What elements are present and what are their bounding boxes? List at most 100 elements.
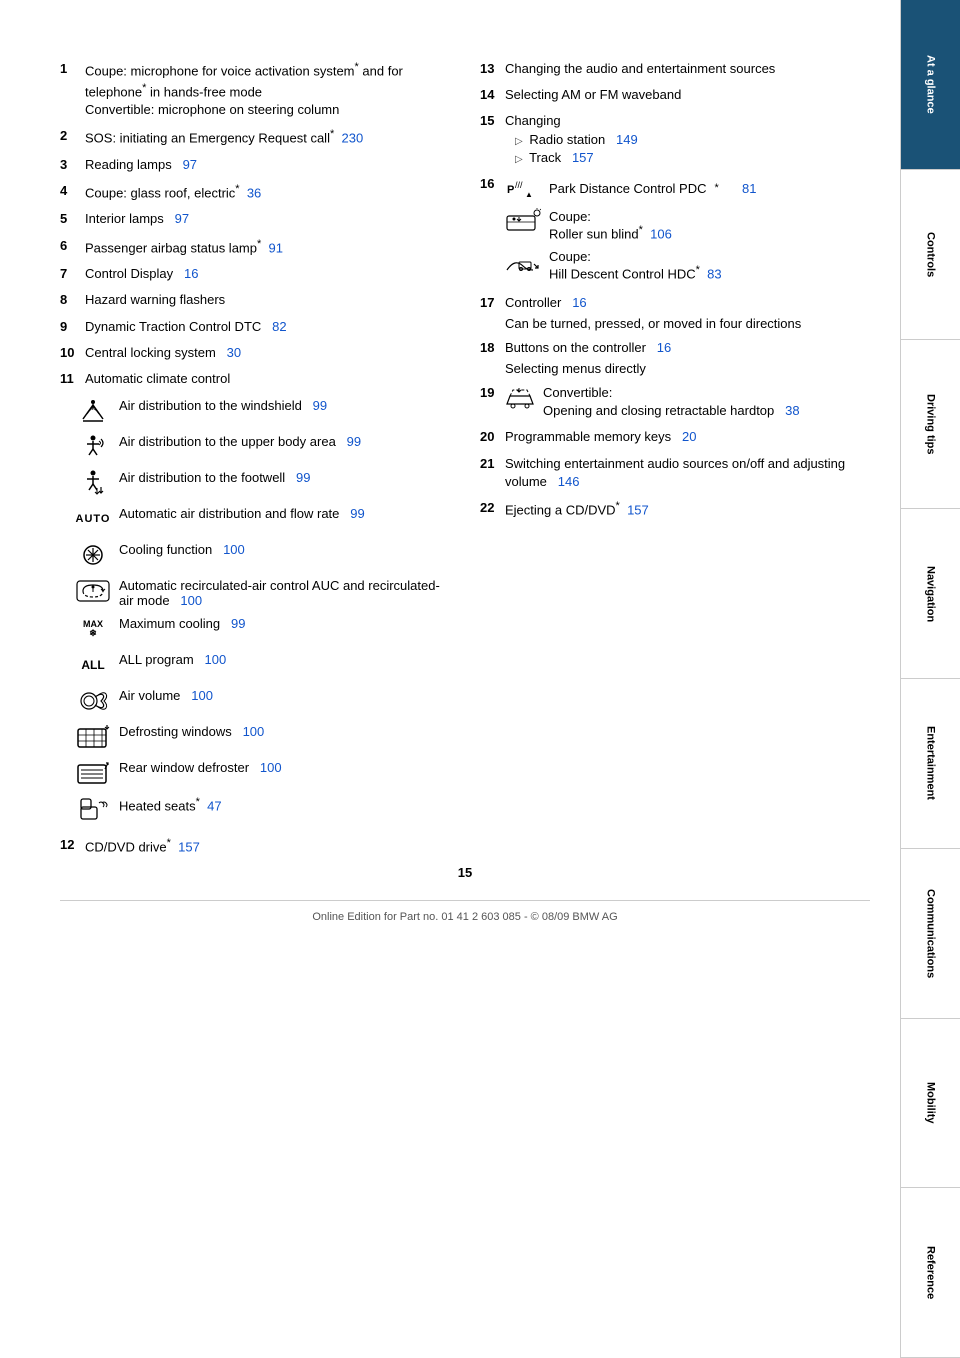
sidebar-section-controls[interactable]: Controls <box>901 170 960 340</box>
item-number: 2 <box>60 127 85 148</box>
right-sidebar: At a glance Controls Driving tips Naviga… <box>900 0 960 1358</box>
page-ref[interactable]: 83 <box>707 267 721 282</box>
climate-item: Cooling function 100 <box>75 540 450 570</box>
list-item: 19 <box>480 384 870 420</box>
item-content: Hazard warning flashers <box>85 291 450 309</box>
page-ref[interactable]: 157 <box>178 839 200 854</box>
sidebar-section-reference[interactable]: Reference <box>901 1188 960 1358</box>
item-content: Changing ▷ Radio station 149 ▷ Track 157 <box>505 112 870 167</box>
item-number: 4 <box>60 182 85 203</box>
defrost-windows-icon <box>75 722 111 752</box>
sidebar-label: Navigation <box>925 566 937 622</box>
page-ref[interactable]: 106 <box>650 226 672 241</box>
climate-item: Air volume 100 <box>75 686 450 716</box>
item-content: Programmable memory keys 20 <box>505 428 870 446</box>
item-number: 13 <box>480 60 505 78</box>
page-ref[interactable]: 82 <box>272 319 286 334</box>
page-ref[interactable]: 81 <box>742 180 756 198</box>
page-ref[interactable]: 149 <box>616 132 638 147</box>
item-content: Buttons on the controller 16 <box>505 339 870 357</box>
item-number: 17 <box>480 294 505 312</box>
item-number: 9 <box>60 318 85 336</box>
item-content: Automatic climate control <box>85 370 450 388</box>
pdc-icon: P /// ▲ <box>505 175 541 203</box>
page-ref[interactable]: 16 <box>184 266 198 281</box>
sidebar-section-entertainment[interactable]: Entertainment <box>901 679 960 849</box>
hdc-text: Coupe:Hill Descent Control HDC* 83 <box>549 247 870 281</box>
page-ref[interactable]: 16 <box>657 340 671 355</box>
climate-item-text: ALL program 100 <box>119 650 450 667</box>
list-item: 9 Dynamic Traction Control DTC 82 <box>60 318 450 336</box>
sidebar-label: Controls <box>925 232 937 277</box>
item-number: 20 <box>480 428 505 446</box>
sidebar-section-communications[interactable]: Communications <box>901 849 960 1019</box>
page-container: 1 Coupe: microphone for voice activation… <box>0 0 960 1358</box>
max-text: MAX❄ <box>83 620 103 638</box>
item-number: 8 <box>60 291 85 309</box>
page-ref[interactable]: 38 <box>785 403 799 418</box>
page-ref[interactable]: 97 <box>183 157 197 172</box>
climate-sub-list: Air distribution to the windshield 99 <box>75 396 450 824</box>
page-ref[interactable]: 36 <box>247 185 261 200</box>
wind-shield-icon <box>75 396 111 426</box>
climate-item: Defrosting windows 100 <box>75 722 450 752</box>
item-19-text: Convertible:Opening and closing retracta… <box>543 384 800 420</box>
sidebar-label: Reference <box>925 1246 937 1299</box>
item-content: Dynamic Traction Control DTC 82 <box>85 318 450 336</box>
page-ref[interactable]: 16 <box>572 295 586 310</box>
sidebar-section-mobility[interactable]: Mobility <box>901 1019 960 1189</box>
roller-sun-text: Coupe:Roller sun blind* 106 <box>549 207 870 241</box>
page-ref[interactable]: 146 <box>558 474 580 489</box>
page-ref[interactable]: 99 <box>231 616 245 631</box>
item-number: 11 <box>60 370 85 388</box>
list-item: 21 Switching entertainment audio sources… <box>480 455 870 491</box>
page-ref[interactable]: 97 <box>175 211 189 226</box>
item-content: Switching entertainment audio sources on… <box>505 455 870 491</box>
page-ref[interactable]: 230 <box>341 131 363 146</box>
page-ref[interactable]: 100 <box>260 760 282 775</box>
list-item: 22 Ejecting a CD/DVD* 157 <box>480 499 870 520</box>
page-ref[interactable]: 99 <box>350 506 364 521</box>
sidebar-label: Driving tips <box>925 394 937 455</box>
convertible-icon <box>505 386 535 412</box>
page-ref[interactable]: 100 <box>205 652 227 667</box>
climate-item-text: Air distribution to the windshield 99 <box>119 396 450 413</box>
page-ref[interactable]: 99 <box>313 398 327 413</box>
page-ref[interactable]: 47 <box>207 798 221 813</box>
climate-item-text: Heated seats* 47 <box>119 794 450 813</box>
page-ref[interactable]: 157 <box>627 502 649 517</box>
page-ref[interactable]: 99 <box>347 434 361 449</box>
sidebar-section-at-a-glance[interactable]: At a glance <box>901 0 960 170</box>
item-number: 14 <box>480 86 505 104</box>
page-ref[interactable]: 20 <box>682 429 696 444</box>
climate-item: Heated seats* 47 <box>75 794 450 824</box>
list-item: 16 P /// ▲ Park Distance Control PDC* 81 <box>480 175 870 203</box>
sidebar-section-driving-tips[interactable]: Driving tips <box>901 340 960 510</box>
all-text: ALL <box>81 658 104 672</box>
page-ref[interactable]: 99 <box>296 470 310 485</box>
climate-item: Air distribution to the windshield 99 <box>75 396 450 426</box>
pdc-sub-item: Coupe:Roller sun blind* 106 <box>505 207 870 241</box>
page-ref[interactable]: 100 <box>191 688 213 703</box>
page-ref[interactable]: 100 <box>223 542 245 557</box>
item-number: 15 <box>480 112 505 167</box>
page-ref[interactable]: 100 <box>180 593 202 608</box>
auto-text: AUTO <box>76 513 111 525</box>
list-item: 12 CD/DVD drive* 157 <box>60 836 450 857</box>
sidebar-section-navigation[interactable]: Navigation <box>901 509 960 679</box>
page-ref[interactable]: 91 <box>269 240 283 255</box>
list-item: 17 Controller 16 <box>480 294 870 312</box>
svg-text:///: /// <box>515 180 523 190</box>
rear-defrost-icon <box>75 758 111 788</box>
page-ref[interactable]: 100 <box>243 724 265 739</box>
item-content: CD/DVD drive* 157 <box>85 836 450 857</box>
climate-item-text: Air volume 100 <box>119 686 450 703</box>
page-ref[interactable]: 30 <box>227 345 241 360</box>
page-ref[interactable]: 157 <box>572 150 594 165</box>
item-number: 7 <box>60 265 85 283</box>
climate-item-text: Air distribution to the footwell 99 <box>119 468 450 485</box>
right-column: 13 Changing the audio and entertainment … <box>480 60 870 865</box>
item-content: P /// ▲ Park Distance Control PDC* 81 <box>505 175 870 203</box>
all-icon: ALL <box>75 650 111 680</box>
item-content: SOS: initiating an Emergency Request cal… <box>85 127 450 148</box>
